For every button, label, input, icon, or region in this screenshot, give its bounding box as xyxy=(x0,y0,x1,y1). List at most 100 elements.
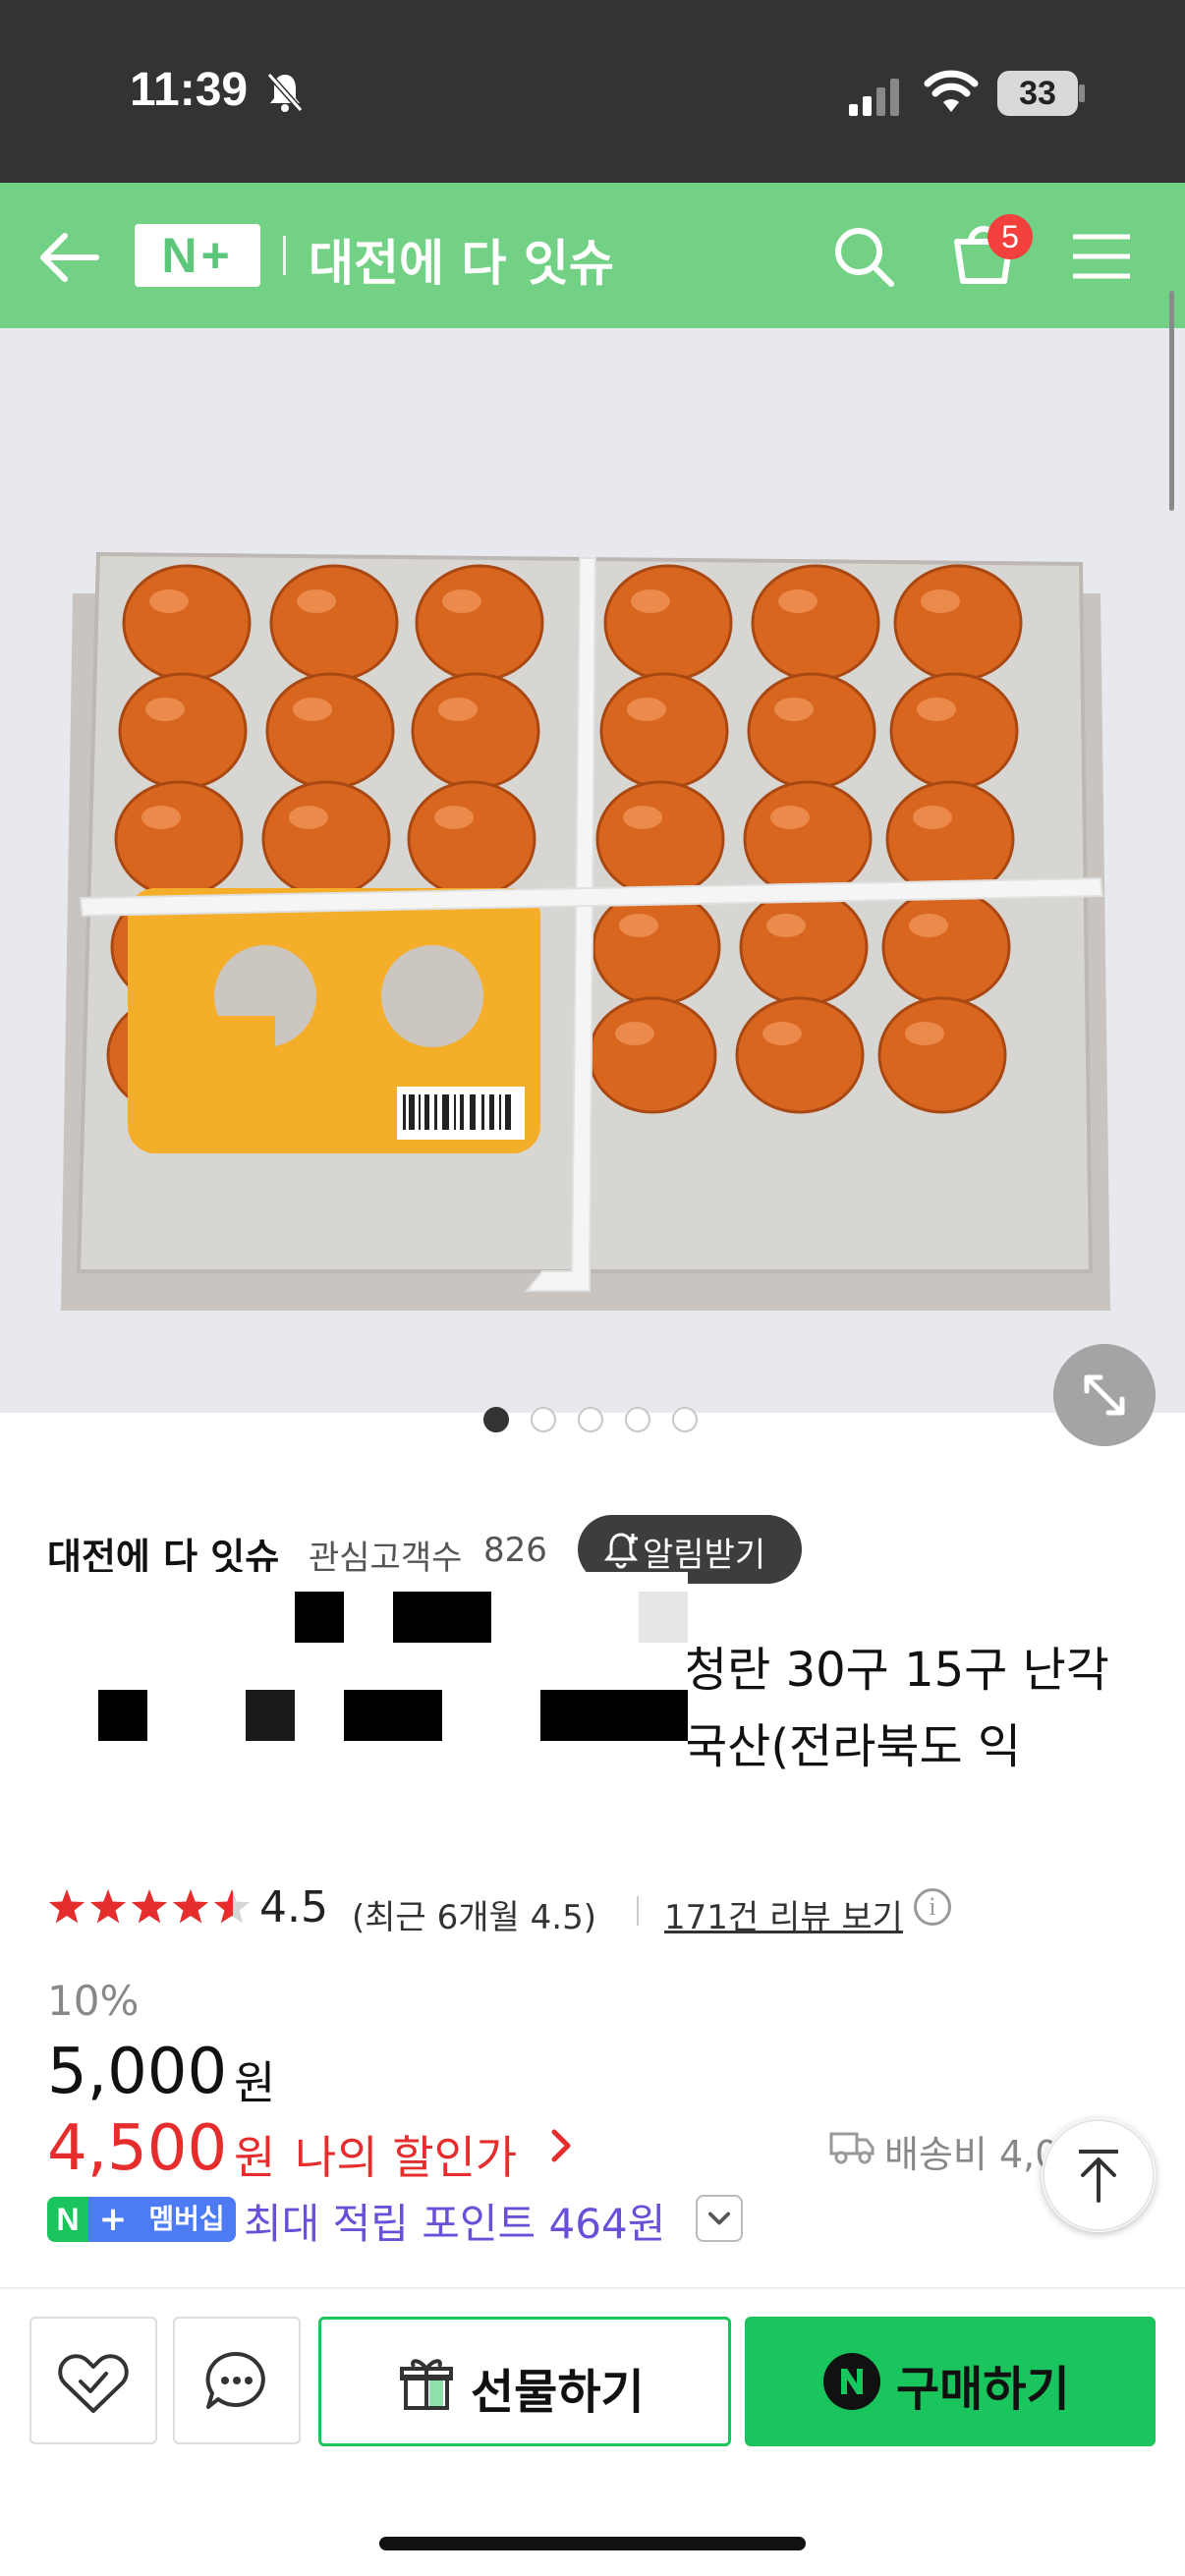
egg xyxy=(122,564,252,682)
scrollbar-thumb[interactable] xyxy=(1169,291,1174,511)
original-price: 5,000 xyxy=(47,2036,228,2108)
heart-check-icon xyxy=(58,2354,129,2413)
egg xyxy=(881,888,1011,1006)
buy-button-label: 구매하기 xyxy=(896,2362,1070,2417)
max-points-text: 최대 적립 포인트 464원 xyxy=(244,2200,666,2248)
product-title-line-2: 국산(전라북도 익 xyxy=(684,1719,1022,1774)
expand-image-icon[interactable] xyxy=(1053,1344,1156,1446)
redaction-block xyxy=(540,1690,688,1741)
scroll-to-top-icon[interactable] xyxy=(1042,2118,1156,2232)
egg xyxy=(751,564,880,682)
egg-highlight xyxy=(149,589,189,613)
rating-value: 4.5 xyxy=(259,1882,328,1932)
egg-highlight xyxy=(438,698,478,721)
badge-label: 멤버십 xyxy=(138,2197,236,2242)
egg xyxy=(118,672,248,790)
egg xyxy=(407,780,536,898)
original-price-unit: 원 xyxy=(234,2056,276,2109)
rating-divider xyxy=(637,1896,639,1926)
egg-highlight xyxy=(623,806,662,829)
follower-count: 826 xyxy=(483,1531,547,1570)
delivery-truck-icon xyxy=(829,2132,875,2164)
star-filled xyxy=(89,1889,127,1924)
egg-highlight xyxy=(145,698,185,721)
egg xyxy=(893,564,1023,682)
egg-highlight xyxy=(778,589,818,613)
egg-highlight xyxy=(442,589,481,613)
badge-n: N xyxy=(47,2197,88,2242)
egg-highlight xyxy=(913,806,952,829)
chat-button[interactable] xyxy=(173,2317,301,2444)
hamburger-menu-icon[interactable] xyxy=(1071,232,1132,281)
my-discount-link[interactable]: 나의 할인가 xyxy=(295,2122,517,2187)
egg xyxy=(599,672,729,790)
egg-highlight xyxy=(909,914,948,937)
egg xyxy=(114,780,244,898)
gallery-dot[interactable] xyxy=(625,1407,650,1432)
egg xyxy=(885,780,1015,898)
star-filled xyxy=(131,1889,168,1924)
search-icon[interactable] xyxy=(831,224,896,289)
sale-price-unit: 원 xyxy=(234,2131,276,2184)
egg xyxy=(735,996,865,1114)
wishlist-button[interactable] xyxy=(29,2317,157,2444)
redaction-block xyxy=(344,1690,442,1741)
egg xyxy=(415,564,544,682)
egg xyxy=(889,672,1019,790)
back-arrow-icon[interactable] xyxy=(35,228,104,287)
egg-highlight xyxy=(615,1022,654,1045)
delivery-fee: 배송비 4,000원 xyxy=(884,2133,1067,2176)
gallery-dot[interactable] xyxy=(531,1407,556,1432)
egg xyxy=(269,564,399,682)
redaction-block xyxy=(295,1592,344,1643)
egg xyxy=(588,996,717,1114)
egg xyxy=(595,780,725,898)
egg-highlight xyxy=(619,914,658,937)
review-link[interactable]: 171건 리뷰 보기 xyxy=(664,1890,903,1938)
gallery-dot[interactable] xyxy=(578,1407,603,1432)
egg xyxy=(739,888,869,1006)
nplus-logo[interactable]: N+ xyxy=(135,224,260,287)
status-time: 11:39 xyxy=(130,64,249,116)
rating-stars xyxy=(48,1889,251,1924)
rating-recent: (최근 6개월 4.5) xyxy=(352,1898,596,1937)
battery-indicator: 33 xyxy=(997,71,1078,116)
gallery-dot[interactable] xyxy=(672,1407,698,1432)
signal-icon xyxy=(849,79,899,116)
egg xyxy=(743,780,873,898)
naver-pay-icon xyxy=(823,2353,880,2410)
egg-tray-illustration xyxy=(61,551,1110,1311)
star-filled xyxy=(48,1889,85,1924)
chat-bubble-icon xyxy=(205,2351,265,2409)
gift-icon xyxy=(400,2359,453,2410)
gallery-dot[interactable] xyxy=(483,1407,509,1432)
battery-cap xyxy=(1079,84,1085,102)
nplus-membership-badge: N + 멤버십 xyxy=(47,2197,236,2242)
buy-button[interactable]: 구매하기 xyxy=(745,2317,1156,2446)
egg-highlight xyxy=(297,589,336,613)
product-image[interactable] xyxy=(0,328,1185,1413)
egg-highlight xyxy=(921,589,960,613)
egg-highlight xyxy=(770,806,810,829)
store-title[interactable]: 대전에 다 잇슈 xyxy=(309,224,614,295)
egg-highlight xyxy=(434,806,474,829)
wifi-icon xyxy=(924,70,979,112)
egg xyxy=(603,564,733,682)
egg-highlight xyxy=(141,806,181,829)
home-indicator xyxy=(379,2537,806,2550)
badge-plus: + xyxy=(88,2197,138,2242)
gift-button-label: 선물하기 xyxy=(471,2365,645,2420)
chevron-down-icon[interactable] xyxy=(696,2195,743,2242)
redaction-block xyxy=(639,1592,688,1643)
egg-highlight xyxy=(905,1022,944,1045)
info-icon[interactable]: i xyxy=(914,1888,951,1926)
chevron-right-icon[interactable] xyxy=(546,2124,576,2167)
egg-highlight xyxy=(293,698,332,721)
gift-button[interactable]: 선물하기 xyxy=(318,2317,731,2446)
egg-highlight xyxy=(627,698,666,721)
egg xyxy=(265,672,395,790)
egg-highlight xyxy=(917,698,956,721)
egg-highlight xyxy=(762,1022,802,1045)
bell-plus-icon xyxy=(603,1533,639,1569)
sale-price: 4,500 xyxy=(47,2112,228,2185)
